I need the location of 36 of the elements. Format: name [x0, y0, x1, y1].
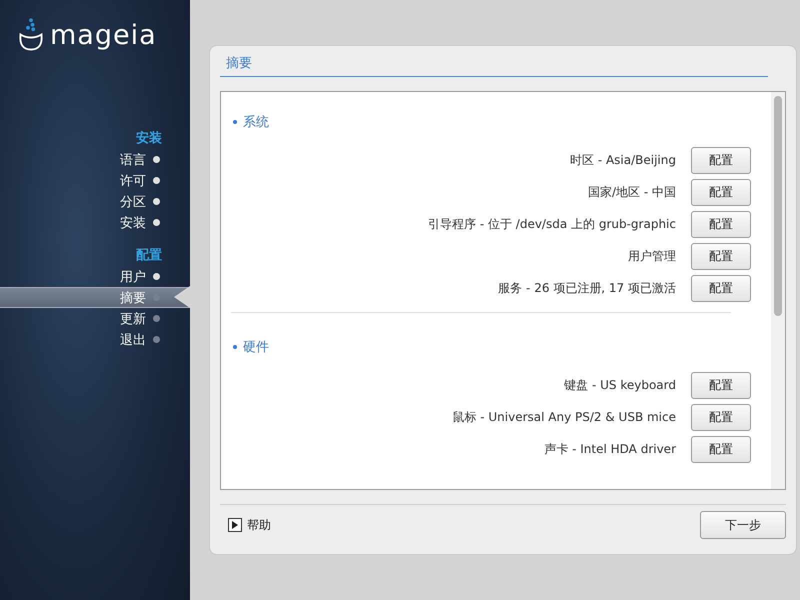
scrollbar[interactable]: [771, 92, 785, 489]
step-item: 摘要: [0, 287, 190, 308]
configure-button[interactable]: 配置: [691, 210, 751, 238]
setting-label: 鼠标 - Universal Any PS/2 & USB mice: [452, 408, 676, 426]
panel-title: 摘要: [220, 54, 768, 77]
setting-label: 服务 - 26 项已注册, 17 项已激活: [498, 280, 676, 296]
step-item: 语言: [0, 149, 190, 170]
configure-button[interactable]: 配置: [691, 178, 751, 206]
step-item: 许可: [0, 170, 190, 191]
bullet-icon: [233, 345, 237, 349]
section-heading: 硬件: [243, 339, 269, 356]
configure-button[interactable]: 配置: [691, 436, 751, 462]
step-item: 分区: [0, 191, 190, 212]
setting-label: 时区 - Asia/Beijing: [570, 152, 676, 168]
section-heading: 系统: [243, 114, 269, 131]
bullet-icon: [233, 120, 237, 124]
step-item: 退出: [0, 329, 190, 350]
step-group-title: 安装: [135, 130, 163, 148]
logo-text: mageia: [50, 22, 157, 51]
setting-label: 键盘 - US keyboard: [564, 376, 676, 394]
setting-label: 引导程序 - 位于 /dev/sda 上的 grub-graphic: [428, 216, 676, 232]
configure-button[interactable]: 配置: [691, 242, 751, 270]
configure-button[interactable]: 配置: [691, 274, 751, 302]
step-group-title: 配置: [135, 247, 163, 265]
play-icon: [228, 518, 242, 532]
setting-label: 声卡 - Intel HDA driver: [544, 440, 676, 458]
configure-button[interactable]: 配置: [691, 404, 751, 430]
next-button[interactable]: 下一步: [700, 511, 786, 539]
configure-button[interactable]: 配置: [691, 146, 751, 174]
configure-button[interactable]: 配置: [691, 372, 751, 398]
step-item: 安装: [0, 212, 190, 233]
help-button[interactable]: 帮助: [228, 516, 271, 534]
step-item: 用户: [0, 266, 190, 287]
setting-label: 用户管理: [628, 248, 676, 264]
setting-label: 国家/地区 - 中国: [588, 184, 676, 200]
step-item: 更新: [0, 308, 190, 329]
